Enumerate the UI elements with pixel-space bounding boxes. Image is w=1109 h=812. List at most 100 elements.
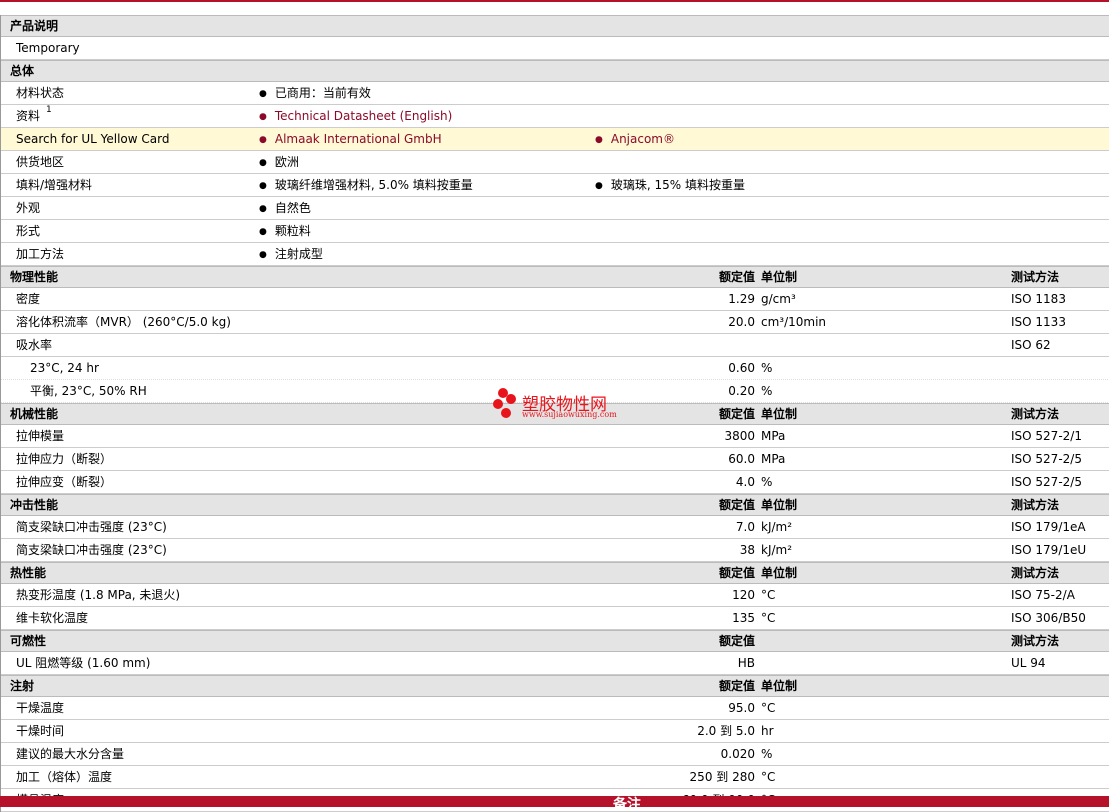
property-row: 热变形温度 (1.8 MPa, 未退火) 120 °C ISO 75-2/A bbox=[1, 584, 1109, 607]
test-method: ISO 179/1eA bbox=[1011, 520, 1086, 534]
row-value-2[interactable]: Anjacom® bbox=[595, 128, 675, 152]
section-header-desc: 产品说明 bbox=[1, 15, 1109, 37]
section-header-impact: 冲击性能 额定值 单位制 测试方法 bbox=[1, 494, 1109, 516]
header-unit: 单位制 bbox=[761, 407, 798, 421]
property-unit: kJ/m² bbox=[761, 520, 793, 534]
property-name: 平衡, 23°C, 50% RH bbox=[30, 384, 147, 398]
property-name: 干燥时间 bbox=[16, 724, 65, 738]
row-label: 外观 bbox=[16, 201, 41, 215]
watermark-logo: 塑胶物性网 www.sujiaowuxing.com bbox=[490, 386, 620, 422]
property-unit: °C bbox=[761, 770, 776, 784]
property-value: 1.29 bbox=[728, 292, 755, 306]
property-name: 加工（熔体）温度 bbox=[16, 770, 113, 784]
header-test-method: 测试方法 bbox=[1011, 407, 1060, 421]
property-name: 吸水率 bbox=[16, 338, 53, 352]
section-header-injection: 注射 额定值 单位制 bbox=[1, 675, 1109, 697]
footer-title: 备注 bbox=[613, 797, 641, 807]
header-test-method: 测试方法 bbox=[1011, 270, 1060, 284]
general-row: 形式 颗粒料 bbox=[1, 220, 1109, 243]
section-title: 冲击性能 bbox=[10, 498, 59, 512]
property-row: 干燥温度 95.0 °C bbox=[1, 697, 1109, 720]
footer-notes-header: 备注 bbox=[0, 796, 1109, 807]
test-method: ISO 306/B50 bbox=[1011, 611, 1086, 625]
section-title: 热性能 bbox=[10, 566, 47, 580]
general-row: Search for UL Yellow Card Almaak Internat… bbox=[1, 128, 1109, 151]
desc-row: Temporary bbox=[1, 37, 1109, 60]
property-name: 维卡软化温度 bbox=[16, 611, 89, 625]
header-test-method: 测试方法 bbox=[1011, 498, 1060, 512]
property-name: 拉伸应变（断裂） bbox=[16, 475, 113, 489]
section-title: 产品说明 bbox=[10, 19, 59, 33]
property-name: 溶化体积流率（MVR） (260°C/5.0 kg) bbox=[16, 315, 231, 329]
footnote-marker[interactable]: 1 bbox=[46, 99, 52, 121]
header-value: 额定值 bbox=[718, 407, 755, 421]
section-title: 物理性能 bbox=[10, 270, 59, 284]
property-value: 4.0 bbox=[735, 475, 755, 489]
test-method: ISO 62 bbox=[1011, 338, 1051, 352]
test-method: ISO 527-2/5 bbox=[1011, 452, 1082, 466]
property-name: 23°C, 24 hr bbox=[30, 361, 99, 375]
property-unit: hr bbox=[761, 724, 774, 738]
property-unit: °C bbox=[761, 588, 776, 602]
property-row: 简支梁缺口冲击强度 (23°C) 7.0 kJ/m² ISO 179/1eA bbox=[1, 516, 1109, 539]
row-value[interactable]: Almaak International GmbH bbox=[259, 128, 442, 152]
top-border bbox=[0, 0, 1109, 2]
property-value: 7.0 bbox=[735, 520, 755, 534]
section-title: 可燃性 bbox=[10, 634, 47, 648]
property-value: 0.60 bbox=[728, 361, 755, 375]
header-value: 额定值 bbox=[718, 566, 755, 580]
row-value: 欧洲 bbox=[259, 151, 299, 175]
property-value: 250 到 280 bbox=[689, 770, 755, 784]
test-method: ISO 1183 bbox=[1011, 292, 1066, 306]
header-value: 额定值 bbox=[718, 679, 755, 693]
header-unit: 单位制 bbox=[761, 679, 798, 693]
header-value: 额定值 bbox=[718, 270, 755, 284]
property-value: 0.20 bbox=[728, 384, 755, 398]
property-unit: °C bbox=[761, 701, 776, 715]
general-row: 材料状态 已商用：当前有效 bbox=[1, 82, 1109, 105]
property-unit: MPa bbox=[761, 429, 786, 443]
property-value: 95.0 bbox=[728, 701, 755, 715]
general-row: 供货地区 欧洲 bbox=[1, 151, 1109, 174]
header-unit: 单位制 bbox=[761, 270, 798, 284]
row-label[interactable]: Search for UL Yellow Card bbox=[16, 128, 169, 150]
property-name: UL 阻燃等级 (1.60 mm) bbox=[16, 656, 151, 670]
property-name: 拉伸应力（断裂） bbox=[16, 452, 113, 466]
header-unit: 单位制 bbox=[761, 498, 798, 512]
general-row: 外观 自然色 bbox=[1, 197, 1109, 220]
logo-url: www.sujiaowuxing.com bbox=[522, 410, 617, 419]
general-row: 加工方法 注射成型 bbox=[1, 243, 1109, 266]
row-label: 形式 bbox=[16, 224, 41, 238]
row-label: 加工方法 bbox=[16, 247, 65, 261]
property-unit: °C bbox=[761, 611, 776, 625]
property-row: 拉伸应变（断裂） 4.0% ISO 527-2/5 bbox=[1, 471, 1109, 494]
property-unit: MPa bbox=[761, 452, 786, 466]
property-value: 135 bbox=[732, 611, 755, 625]
property-unit: kJ/m² bbox=[761, 543, 793, 557]
property-unit: % bbox=[761, 361, 773, 375]
row-value: 颗粒料 bbox=[259, 220, 311, 244]
row-value: 已商用：当前有效 bbox=[259, 82, 371, 106]
property-name: 简支梁缺口冲击强度 (23°C) bbox=[16, 543, 167, 557]
property-row: 干燥时间 2.0 到 5.0 hr bbox=[1, 720, 1109, 743]
property-row: 简支梁缺口冲击强度 (23°C) 38 kJ/m² ISO 179/1eU bbox=[1, 539, 1109, 562]
property-value: 60.0 bbox=[728, 452, 755, 466]
property-name: 简支梁缺口冲击强度 (23°C) bbox=[16, 520, 167, 534]
property-row: 密度 1.29 g/cm³ ISO 1183 bbox=[1, 288, 1109, 311]
section-title: 注射 bbox=[10, 679, 35, 693]
test-method: ISO 1133 bbox=[1011, 315, 1066, 329]
header-test-method: 测试方法 bbox=[1011, 634, 1060, 648]
property-unit: % bbox=[761, 747, 773, 761]
test-method: UL 94 bbox=[1011, 656, 1046, 670]
section-header-flammability: 可燃性 额定值 测试方法 bbox=[1, 630, 1109, 652]
section-title: 机械性能 bbox=[10, 407, 59, 421]
section-header-general: 总体 bbox=[1, 60, 1109, 82]
section-header-thermal: 热性能 额定值 单位制 测试方法 bbox=[1, 562, 1109, 584]
row-label: 资料 bbox=[16, 109, 41, 123]
header-test-method: 测试方法 bbox=[1011, 566, 1060, 580]
row-value: 注射成型 bbox=[259, 243, 323, 267]
row-value[interactable]: Technical Datasheet (English) bbox=[259, 105, 452, 129]
desc-text: Temporary bbox=[16, 41, 80, 55]
row-label: 供货地区 bbox=[16, 155, 65, 169]
property-name: 密度 bbox=[16, 292, 41, 306]
